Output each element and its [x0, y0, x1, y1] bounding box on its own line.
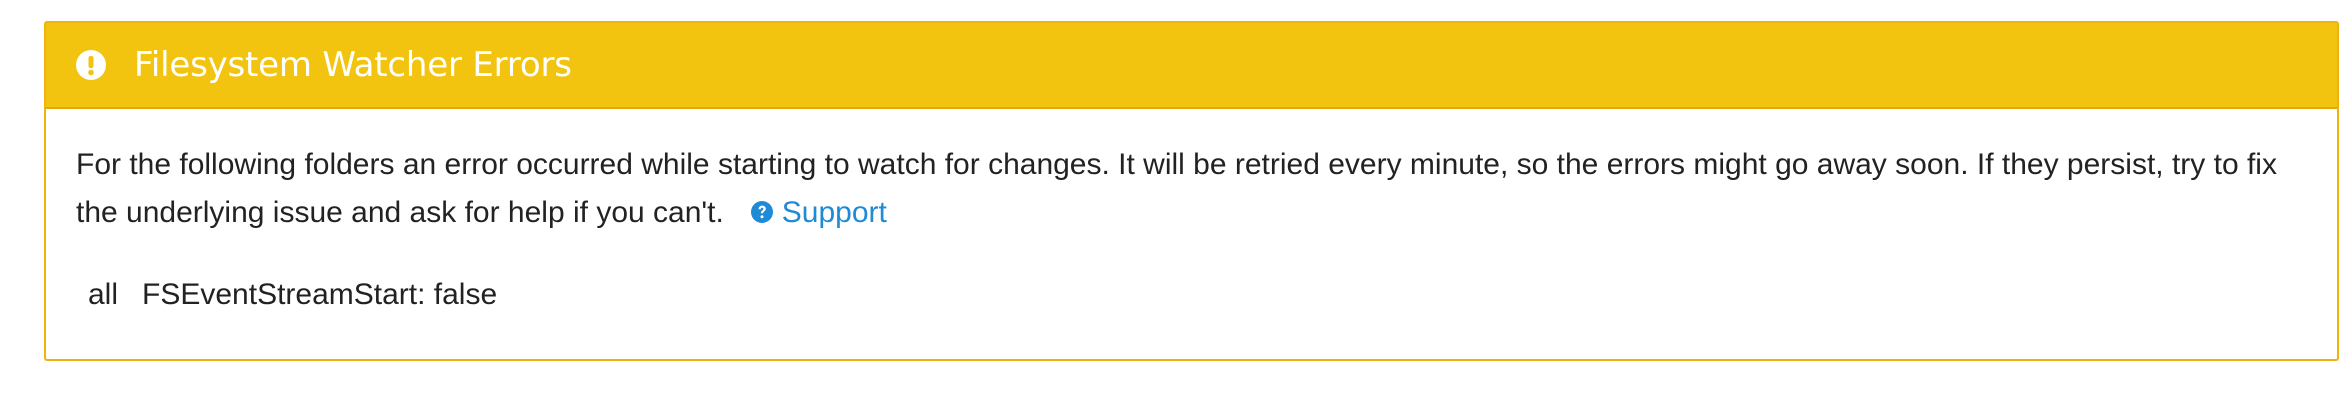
support-link-label: Support [781, 196, 887, 229]
support-link[interactable]: Support [750, 196, 887, 229]
error-folder: all [88, 278, 119, 311]
question-circle-icon [750, 191, 774, 239]
panel-title: Filesystem Watcher Errors [134, 45, 572, 85]
watcher-errors-panel: Filesystem Watcher Errors For the follow… [44, 21, 2339, 361]
exclamation-circle-icon [76, 50, 106, 80]
panel-description: For the following folders an error occur… [76, 141, 2307, 239]
error-message: FSEventStreamStart: false [142, 278, 498, 311]
error-row: all FSEventStreamStart: false [76, 275, 2307, 315]
description-text: For the following folders an error occur… [76, 148, 2277, 229]
panel-body: For the following folders an error occur… [46, 109, 2337, 315]
panel-heading: Filesystem Watcher Errors [46, 23, 2337, 109]
